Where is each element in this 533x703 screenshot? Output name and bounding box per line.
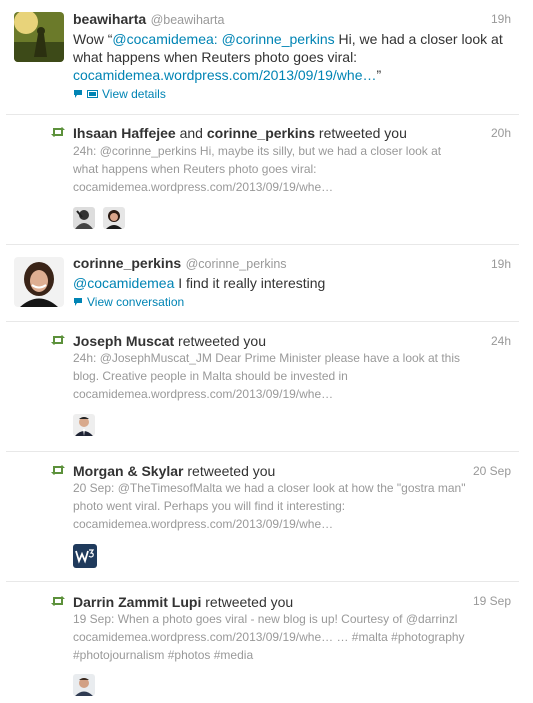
retweet-header: Morgan & Skylar retweeted you: [73, 463, 275, 479]
view-conversation-label[interactable]: View conversation: [87, 295, 184, 309]
avatar-beawiharta[interactable]: [14, 12, 64, 62]
mention-link[interactable]: @cocamidemea: [73, 275, 174, 291]
retweeted-label: retweeted you: [183, 463, 276, 479]
view-details-label[interactable]: View details: [102, 87, 166, 101]
timestamp[interactable]: 19h: [491, 12, 511, 26]
tweet-corinne-perkins[interactable]: corinne_perkins @corinne_perkins 19h @co…: [0, 245, 533, 320]
tweet-beawiharta[interactable]: beawiharta @beawiharta 19h Wow “@cocamid…: [0, 0, 533, 112]
mention-link[interactable]: : @corinne_perkins: [214, 31, 335, 47]
retweet-notification-2[interactable]: Joseph Muscat retweeted you 24h 24h: @Jo…: [0, 322, 533, 450]
text-line: #photojournalism #photos #media: [73, 648, 254, 662]
retweeted-text[interactable]: 19 Sep: When a photo goes viral - new bl…: [73, 610, 493, 664]
avatar-joseph-muscat[interactable]: [73, 414, 95, 436]
view-details-action[interactable]: View details: [73, 87, 166, 101]
retweeted-label: retweeted you: [201, 594, 294, 610]
retweet-header: Ihsaan Haffejee and corinne_perkins retw…: [73, 125, 407, 141]
retweeted-label: retweeted you: [174, 333, 266, 349]
view-conversation-action[interactable]: View conversation: [73, 295, 184, 309]
text-line: what happens when Reuters photo goes vir…: [73, 49, 358, 65]
url-link[interactable]: cocamidemea.wordpress.com/2013/09/19/whe…: [73, 67, 377, 83]
retweet-icon: [51, 465, 65, 475]
user-name[interactable]: Morgan & Skylar: [73, 463, 183, 479]
author-handle[interactable]: @corinne_perkins: [186, 257, 287, 271]
retweeted-text[interactable]: 24h: @JosephMuscat_JM Dear Prime Ministe…: [73, 349, 493, 403]
text-line: 24h: @JosephMuscat_JM Dear Prime Ministe…: [73, 351, 461, 365]
timestamp[interactable]: 19h: [491, 257, 511, 271]
text-line: photo went viral. Perhaps you will find …: [73, 499, 346, 513]
retweeted-label: retweeted you: [315, 125, 407, 141]
mention-link[interactable]: @cocamidemea: [112, 31, 213, 47]
text-fragment: ”: [376, 67, 382, 83]
retweet-notification-1[interactable]: Ihsaan Haffejee and corinne_perkins retw…: [0, 115, 533, 243]
timestamp[interactable]: 20h: [491, 126, 511, 140]
retweet-icon: [51, 127, 65, 137]
text-line: 24h: @corinne_perkins Hi, maybe its sill…: [73, 144, 442, 158]
timestamp[interactable]: 20 Sep: [473, 464, 511, 478]
avatar-corinne-perkins[interactable]: [103, 207, 125, 229]
text-line: 20 Sep: @TheTimesofMalta we had a closer…: [73, 481, 466, 495]
retweeted-text[interactable]: 20 Sep: @TheTimesofMalta we had a closer…: [73, 479, 493, 533]
text-line: cocamidemea.wordpress.com/2013/09/19/whe…: [73, 517, 334, 531]
user-name[interactable]: corinne_perkins: [207, 125, 315, 141]
retweet-header: Joseph Muscat retweeted you: [73, 333, 266, 349]
user-name[interactable]: Ihsaan Haffejee: [73, 125, 176, 141]
timestamp[interactable]: 19 Sep: [473, 594, 511, 608]
media-icon: [87, 90, 98, 98]
retweet-notification-3[interactable]: Morgan & Skylar retweeted you 20 Sep 20 …: [0, 452, 533, 580]
avatar-darrin-zammit-lupi[interactable]: [73, 674, 95, 696]
text-line: blog. Creative people in Malta should be…: [73, 369, 348, 383]
timestamp[interactable]: 24h: [491, 334, 511, 348]
retweet-header: Darrin Zammit Lupi retweeted you: [73, 594, 293, 610]
text-fragment: Hi, we had a closer look at: [334, 31, 503, 47]
avatar-wordpress-logo[interactable]: [73, 544, 97, 568]
comment-icon: [74, 298, 82, 306]
tweet-text: @cocamidemea I find it really interestin…: [73, 274, 325, 292]
notifications-feed: beawiharta @beawiharta 19h Wow “@cocamid…: [0, 0, 533, 703]
text-line: cocamidemea.wordpress.com/2013/09/19/whe…: [73, 180, 334, 194]
text-fragment: I find it really interesting: [174, 275, 326, 291]
user-name[interactable]: Darrin Zammit Lupi: [73, 594, 201, 610]
text-line: 19 Sep: When a photo goes viral - new bl…: [73, 612, 458, 626]
comment-icon: [74, 90, 82, 98]
retweet-notification-4[interactable]: Darrin Zammit Lupi retweeted you 19 Sep …: [0, 582, 533, 703]
text-line: what happens when Reuters photo goes vir…: [73, 162, 317, 176]
tweet-text: Wow “@cocamidemea: @corinne_perkins Hi, …: [73, 30, 523, 84]
retweeted-text[interactable]: 24h: @corinne_perkins Hi, maybe its sill…: [73, 142, 493, 196]
avatar-corinne-perkins[interactable]: [14, 257, 64, 307]
author-name[interactable]: corinne_perkins: [73, 255, 181, 271]
retweet-icon: [51, 596, 65, 606]
text-line: cocamidemea.wordpress.com/2013/09/19/whe…: [73, 387, 334, 401]
author-name[interactable]: beawiharta: [73, 11, 146, 27]
author-handle[interactable]: @beawiharta: [151, 13, 225, 27]
text-fragment: Wow “: [73, 31, 113, 47]
avatar-ihsaan-haffejee[interactable]: [73, 207, 95, 229]
text-line: cocamidemea.wordpress.com/2013/09/19/whe…: [73, 630, 465, 644]
user-name[interactable]: Joseph Muscat: [73, 333, 174, 349]
retweet-icon: [51, 335, 65, 345]
text-fragment: and: [175, 125, 207, 141]
